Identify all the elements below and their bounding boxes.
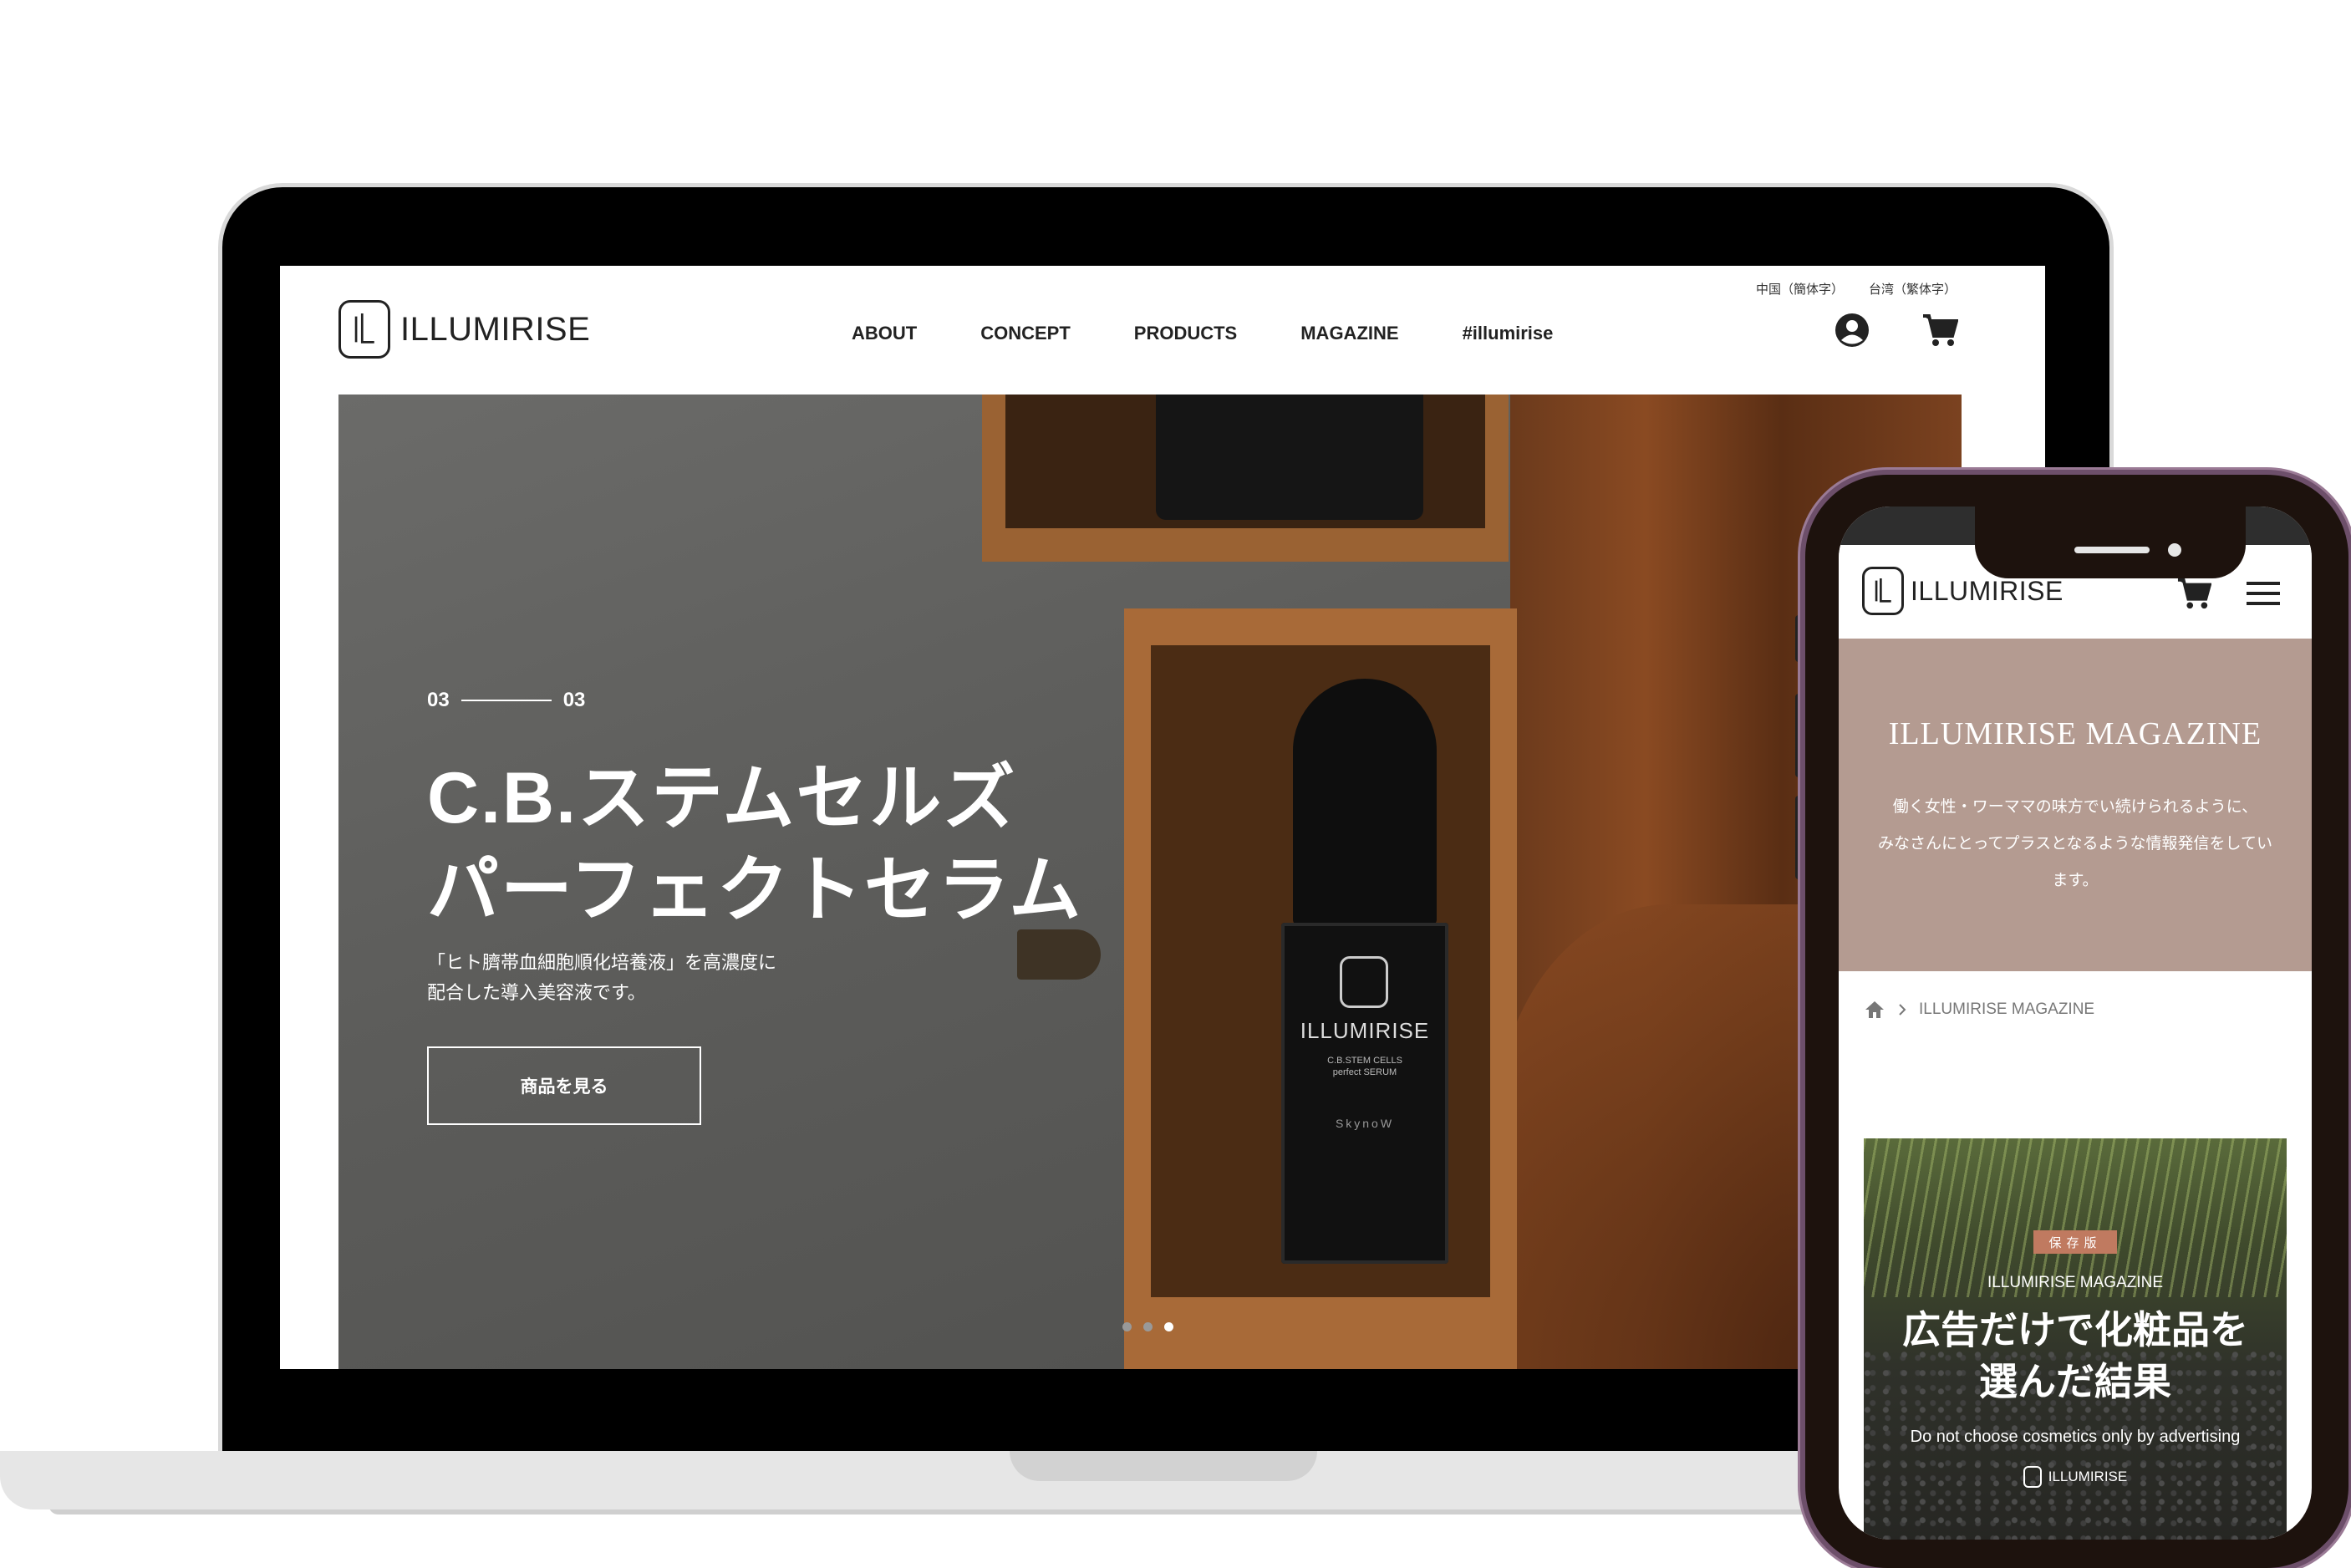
main-nav: ABOUT CONCEPT PRODUCTS MAGAZINE #illumir… xyxy=(852,323,1553,344)
product-bottle-image: ILLUMIRISE C.B.STEM CELLS perfect SERUM … xyxy=(1281,679,1448,1264)
magazine-description: 働く女性・ワーママの味方でい続けられるように、 みなさんにとってプラスとなるよう… xyxy=(1878,798,2272,889)
phone-frame: ILLUMIRISE ILLUMIRISE MAGAZINE 働く女性・ワーママ… xyxy=(1805,475,2348,1568)
hero-wood-curve xyxy=(1494,904,1845,1369)
hero-description: 「ヒト臍帯血細胞順化培養液」を高濃度に 配合した導入美容液です。 xyxy=(427,952,777,1003)
drawer-knob xyxy=(1017,929,1101,980)
logo-mark-icon xyxy=(1862,567,1904,615)
nav-products[interactable]: PRODUCTS xyxy=(1134,323,1237,344)
bottle-brand-text: ILLUMIRISE xyxy=(1300,1018,1430,1043)
account-circle-icon[interactable] xyxy=(1834,313,1870,348)
bottle-sub-text: C.B.STEM CELLS perfect SERUM xyxy=(1327,1056,1402,1077)
logo-mark-icon xyxy=(2023,1466,2042,1488)
logo-mark-icon xyxy=(338,300,390,359)
menu-hamburger-icon[interactable] xyxy=(2247,580,2280,607)
cart-icon[interactable] xyxy=(2176,577,2211,610)
phone-speaker xyxy=(2074,547,2150,553)
card-title: 広告だけで化粧品を 選んだ結果 xyxy=(1902,1308,2248,1403)
desktop-screen: ILLUMIRISE 中国（簡体字） 台湾（繁体字） ABOUT CONCEPT… xyxy=(280,266,2045,1369)
breadcrumb: ILLUMIRISE MAGAZINE xyxy=(1864,1000,2094,1020)
nav-about[interactable]: ABOUT xyxy=(852,323,917,344)
slider-dots xyxy=(1122,1322,1173,1331)
slide-counter: 03 03 xyxy=(427,689,585,712)
magazine-title: ILLUMIRISE MAGAZINE xyxy=(1888,716,2262,751)
breadcrumb-current[interactable]: ILLUMIRISE MAGAZINE xyxy=(1919,1000,2094,1019)
home-icon[interactable] xyxy=(1864,1000,1885,1020)
hero-slider: ILLUMIRISE C.B.STEM CELLS perfect SERUM … xyxy=(338,395,1962,1369)
phone-camera xyxy=(2168,543,2181,557)
laptop-base xyxy=(0,1451,1989,1509)
phone-notch xyxy=(1975,507,2246,578)
lang-link-tw[interactable]: 台湾（繁体字） xyxy=(1869,280,1957,298)
view-product-button[interactable]: 商品を見る xyxy=(427,1046,701,1125)
hero-title: C.B.ステムセルズ パーフェクトセラム xyxy=(427,758,1083,930)
card-label: ILLUMIRISE MAGAZINE xyxy=(1987,1274,2164,1291)
slide-counter-total: 03 xyxy=(562,689,586,711)
card-logo: ILLUMIRISE xyxy=(1864,1466,2287,1488)
nav-illumirise-tag[interactable]: #illumirise xyxy=(1463,323,1554,344)
hero-drawer-top xyxy=(982,395,1509,562)
mobile-screen: ILLUMIRISE ILLUMIRISE MAGAZINE 働く女性・ワーママ… xyxy=(1839,507,2312,1540)
nav-concept[interactable]: CONCEPT xyxy=(980,323,1071,344)
article-card[interactable]: 保存版 ILLUMIRISE MAGAZINE 広告だけで化粧品を 選んだ結果 … xyxy=(1864,1138,2287,1540)
slider-dot[interactable] xyxy=(1143,1322,1153,1331)
bottle-maker-text: SkynoW xyxy=(1335,1117,1395,1130)
cart-icon[interactable] xyxy=(1921,313,1958,348)
card-badge: 保存版 xyxy=(2033,1230,2117,1254)
logo-text: ILLUMIRISE xyxy=(400,310,591,348)
slider-dot[interactable] xyxy=(1122,1322,1132,1331)
magazine-hero: ILLUMIRISE MAGAZINE 働く女性・ワーママの味方でい続けられるよ… xyxy=(1839,639,2312,971)
bottle-logo-icon xyxy=(1340,956,1388,1008)
card-subtitle: Do not choose cosmetics only by advertis… xyxy=(1910,1428,2241,1446)
language-switcher: 中国（簡体字） 台湾（繁体字） xyxy=(1756,280,1957,298)
lang-link-cn[interactable]: 中国（簡体字） xyxy=(1756,280,1844,298)
slide-counter-current: 03 xyxy=(427,689,450,711)
logo-text: ILLUMIRISE xyxy=(1911,575,2063,606)
brand-logo[interactable]: ILLUMIRISE xyxy=(338,300,590,359)
slider-dot-active[interactable] xyxy=(1164,1322,1173,1331)
chevron-right-icon xyxy=(1899,1004,1906,1016)
nav-magazine[interactable]: MAGAZINE xyxy=(1300,323,1398,344)
laptop-notch xyxy=(1010,1451,1317,1481)
